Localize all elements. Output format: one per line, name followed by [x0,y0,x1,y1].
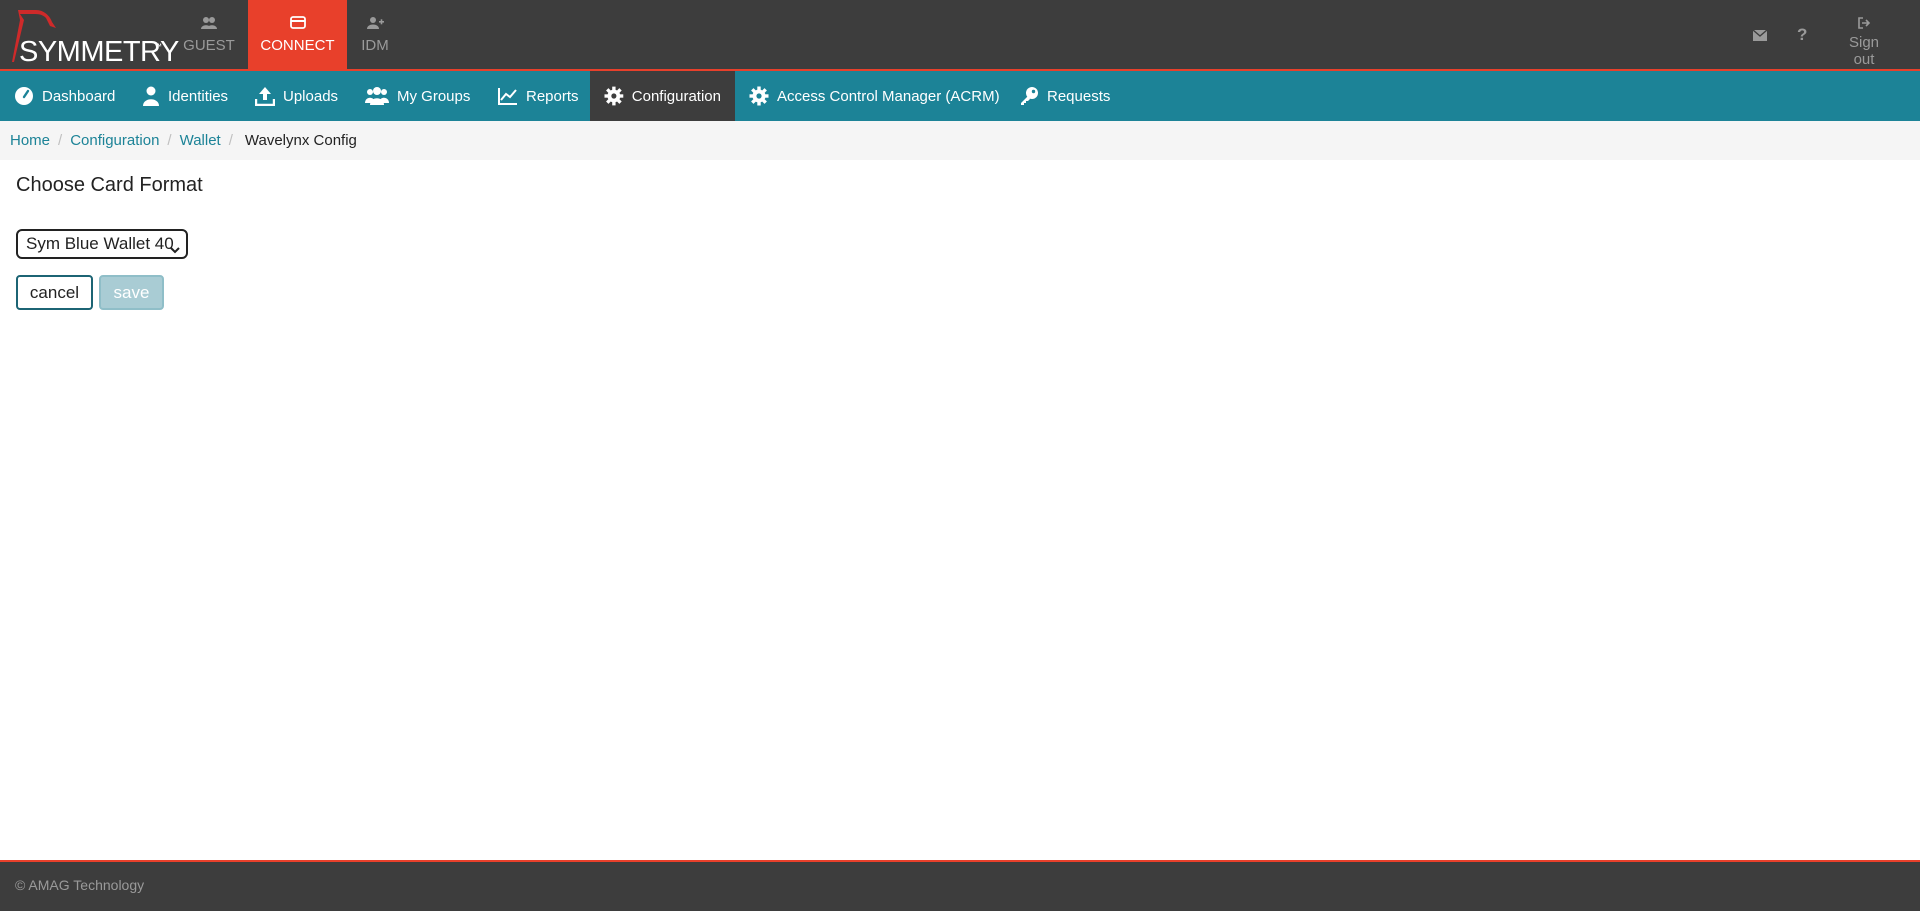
nav-item-my-groups-label: My Groups [397,87,471,105]
nav-item-uploads[interactable]: Uploads [241,71,352,121]
app-tab-idm-label: IDM [361,37,389,54]
app-tab-connect-label: CONNECT [260,37,335,54]
question-icon[interactable]: ? [1797,25,1807,45]
breadcrumb-configuration[interactable]: Configuration [70,132,159,149]
breadcrumb-separator: / [228,132,233,149]
breadcrumb-current: Wavelynx Config [244,132,357,149]
top-header: SYMMETRY ™ GUEST CONNECT IDM ? Sign out [0,0,1920,71]
user-icon [143,86,159,106]
symmetry-logo[interactable]: SYMMETRY ™ [6,6,179,67]
breadcrumb-home[interactable]: Home [10,132,50,149]
breadcrumb-separator: / [167,132,172,149]
app-tab-connect[interactable]: CONNECT [248,0,347,69]
footer: © AMAG Technology [0,860,1920,911]
envelope-icon[interactable] [1752,28,1768,46]
user-plus-icon [355,16,395,34]
nav-item-requests[interactable]: Requests [1005,71,1124,121]
logo-trademark: ™ [154,42,162,51]
nav-item-requests-label: Requests [1047,87,1111,105]
card-icon [248,16,347,34]
nav-item-acrm-label: Access Control Manager (ACRM) [777,87,1000,105]
gear-icon [749,86,769,106]
nav-item-configuration-label: Configuration [631,87,721,105]
breadcrumb: Home / Configuration / Wallet / Wavelynx… [0,121,1920,160]
key-icon [1021,87,1038,105]
breadcrumb-separator: / [58,132,63,149]
nav-item-identities[interactable]: Identities [128,71,242,121]
nav-item-acrm[interactable]: Access Control Manager (ACRM) [735,71,1014,121]
group-icon [179,16,239,34]
app-tab-guest-label: GUEST [183,37,235,54]
sign-out-label: Sign out [1848,34,1880,68]
card-format-select[interactable]: Sym Blue Wallet 40 [16,229,188,259]
nav-item-my-groups[interactable]: My Groups [351,71,484,121]
app-tab-guest[interactable]: GUEST [179,0,239,69]
main-nav: Dashboard Identities Uploads My Groups R… [0,71,1920,121]
upload-icon [255,87,275,106]
app-tab-idm[interactable]: IDM [355,0,395,69]
gear-icon [604,86,624,106]
dashboard-icon [15,87,33,105]
nav-item-dashboard-label: Dashboard [42,87,116,105]
nav-item-uploads-label: Uploads [283,87,339,105]
nav-item-identities-label: Identities [168,87,229,105]
nav-item-reports-label: Reports [526,87,579,105]
nav-item-dashboard[interactable]: Dashboard [0,71,129,121]
cancel-button[interactable]: cancel [16,275,93,310]
nav-item-configuration[interactable]: Configuration [590,71,735,121]
chevron-down-icon [170,239,180,259]
sign-out-button[interactable]: Sign out [1838,16,1890,68]
page-title: Choose Card Format [16,174,203,196]
card-format-selected-value: Sym Blue Wallet 40 [26,234,174,253]
sign-out-icon [1838,16,1890,30]
users-icon [365,87,389,105]
footer-copyright: © AMAG Technology [15,877,145,893]
save-button[interactable]: save [99,275,164,310]
line-chart-icon [498,88,517,105]
breadcrumb-wallet[interactable]: Wallet [180,132,221,149]
nav-item-reports[interactable]: Reports [484,71,593,121]
